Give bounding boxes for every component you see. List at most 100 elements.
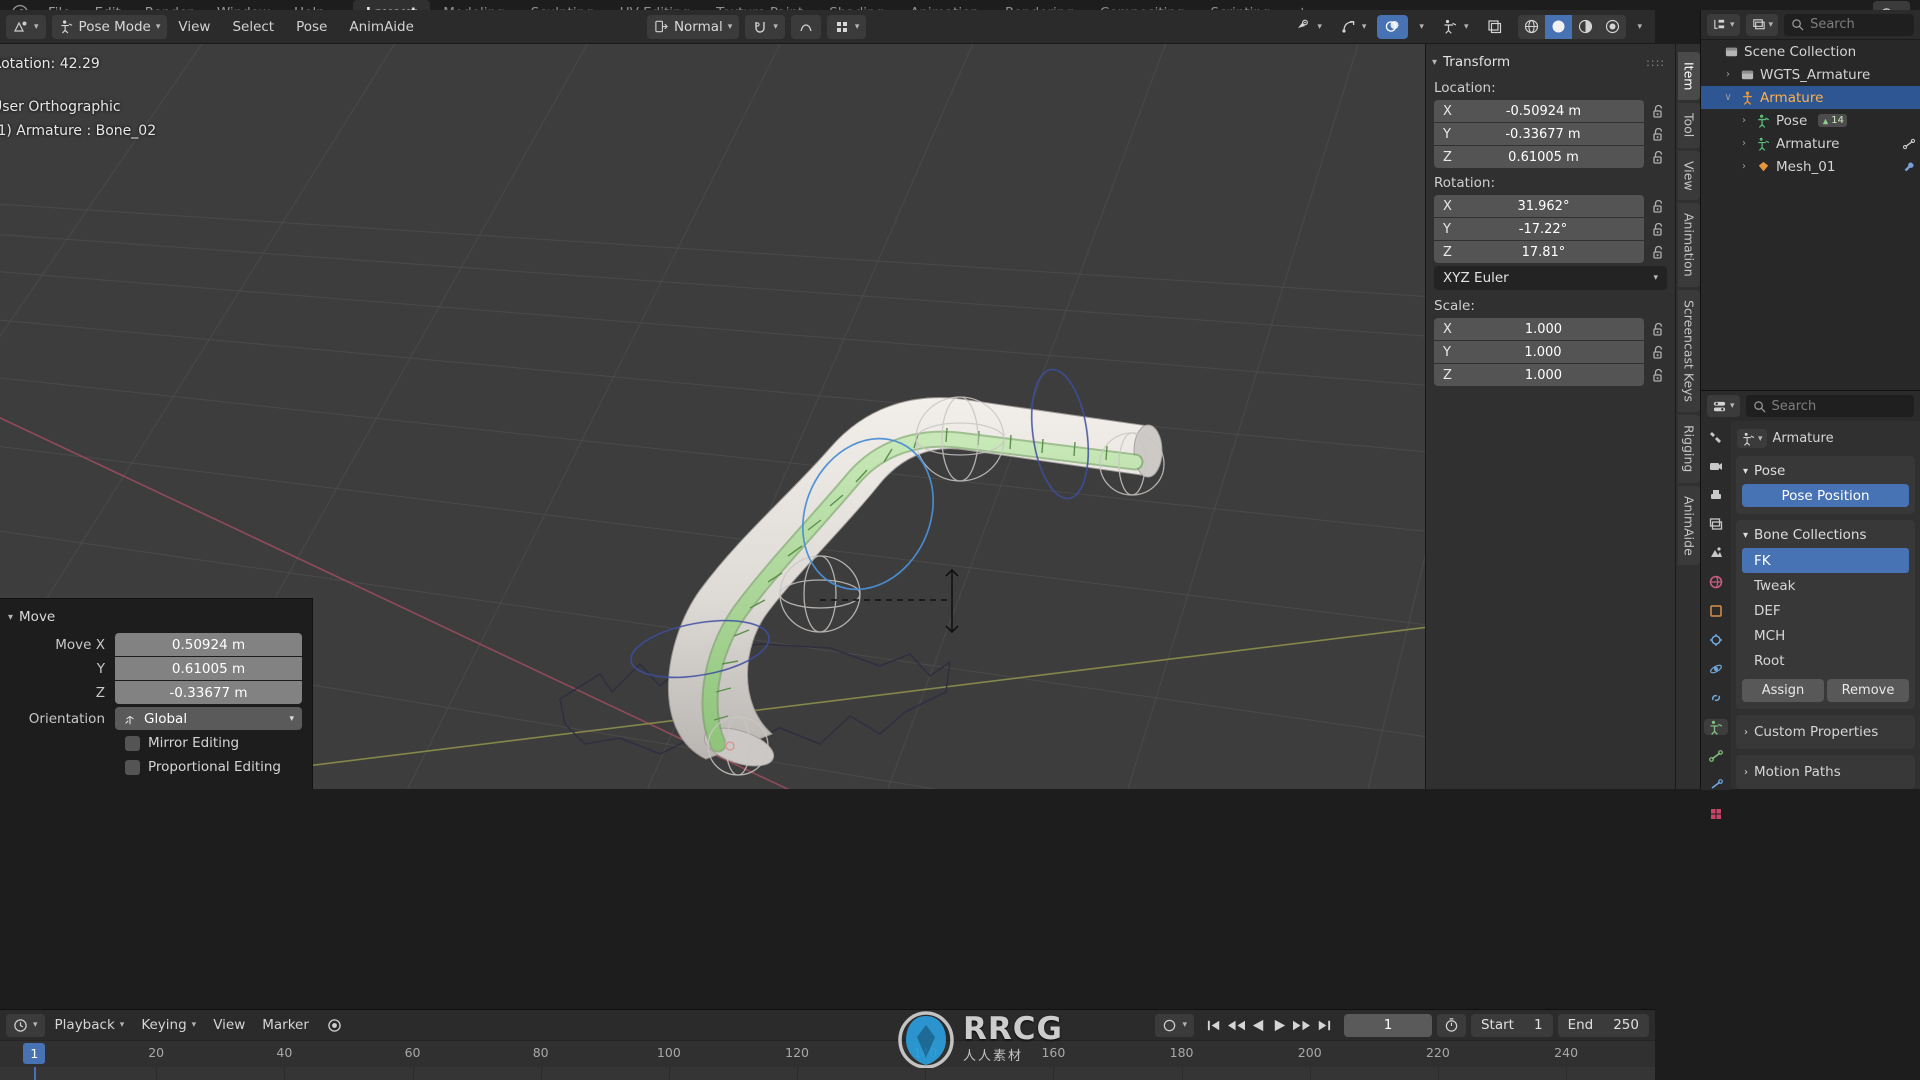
use-preview-range-button[interactable] — [1436, 1013, 1466, 1037]
properties-tab-armature-data[interactable] — [1704, 719, 1728, 735]
outliner-filter-button[interactable]: ▾ — [1745, 13, 1779, 36]
falloff-selector[interactable]: ▾ — [826, 14, 867, 39]
play-icon[interactable] — [1270, 1017, 1289, 1034]
visibility-button[interactable]: ▾ — [1288, 15, 1329, 39]
properties-tab-tool[interactable] — [1704, 429, 1728, 445]
redo-value-field[interactable]: -0.33677 m — [115, 681, 302, 704]
sync-mode-button[interactable]: ▾ — [1155, 1013, 1194, 1037]
next-keyframe-icon[interactable] — [1291, 1017, 1312, 1034]
lock-open-icon[interactable] — [1650, 198, 1667, 215]
mode-selector[interactable]: Pose Mode ▾ — [51, 14, 168, 39]
transform-orientation-selector[interactable]: Normal ▾ — [646, 14, 740, 39]
scale-field-y[interactable]: Y 1.000 — [1434, 341, 1644, 363]
lock-open-icon[interactable] — [1650, 103, 1667, 120]
properties-tab-scene[interactable] — [1704, 545, 1728, 561]
outliner-row[interactable]: ∨ Armature — [1701, 86, 1920, 109]
twisty-icon[interactable]: › — [1737, 138, 1751, 149]
shading-material-button[interactable] — [1572, 14, 1600, 39]
keying-menu[interactable]: Keying ▾ — [134, 1014, 203, 1037]
timeline-view-menu[interactable]: View — [206, 1014, 252, 1037]
rotation-field-x[interactable]: X 31.962° — [1434, 195, 1644, 217]
redo-checkbox-row[interactable]: Mirror Editing — [125, 731, 312, 755]
xray-button[interactable] — [1479, 15, 1510, 39]
twisty-icon[interactable]: › — [1737, 161, 1751, 172]
scale-field-z[interactable]: Z 1.000 — [1434, 364, 1644, 386]
shading-dropdown[interactable]: ▾ — [1630, 15, 1649, 39]
sidebar-tab-rigging[interactable]: Rigging — [1678, 415, 1700, 483]
viewport-menu-view[interactable]: View — [167, 19, 221, 35]
timeline-ruler[interactable]: 20 40 60 80 100 120 140 160 180 200 220 240 1 — [0, 1040, 1655, 1067]
viewport-menu-animaide[interactable]: AnimAide — [338, 19, 425, 35]
transform-panel-header[interactable]: ▾ Transform :::: — [1426, 44, 1675, 74]
redo-panel-header[interactable]: ▾ Move — [0, 605, 312, 633]
timeline-editor-type-button[interactable]: ▾ — [6, 1013, 45, 1037]
properties-tab-render[interactable] — [1704, 458, 1728, 474]
rotation-field-z[interactable]: Z 17.81° — [1434, 241, 1644, 263]
properties-editor-type-button[interactable]: ▾ — [1707, 395, 1740, 417]
prev-keyframe-icon[interactable] — [1226, 1017, 1247, 1034]
location-field-x[interactable]: X -0.50924 m — [1434, 100, 1644, 122]
gizmo-button[interactable]: ▾ — [1333, 15, 1374, 39]
shading-wireframe-button[interactable] — [1518, 14, 1546, 39]
outliner-row[interactable]: › Pose 14 — [1701, 109, 1920, 132]
snap-button[interactable]: ▾ — [745, 14, 785, 39]
motion-paths-panel[interactable]: › Motion Paths — [1736, 755, 1915, 789]
jump-to-start-icon[interactable] — [1205, 1017, 1224, 1034]
current-frame-field[interactable]: 1 — [1343, 1013, 1432, 1037]
panel-grip-icon[interactable]: :::: — [1646, 56, 1665, 69]
3d-viewport[interactable]: Rotation: 42.29 User Orthographic (1) Ar… — [0, 44, 1655, 789]
sidebar-tab-view[interactable]: View — [1678, 150, 1700, 201]
outliner-search-input[interactable]: Search — [1784, 13, 1914, 36]
bone-collections-header[interactable]: ▾ Bone Collections — [1736, 525, 1915, 548]
lock-open-icon[interactable] — [1650, 126, 1667, 143]
playback-menu[interactable]: Playback ▾ — [48, 1014, 132, 1037]
properties-tab-modifier[interactable] — [1704, 632, 1728, 648]
location-field-z[interactable]: Z 0.61005 m — [1434, 146, 1644, 168]
lock-open-icon[interactable] — [1650, 321, 1667, 338]
properties-search-input[interactable]: Search — [1745, 395, 1914, 417]
bone-collection-item[interactable]: MCH — [1742, 623, 1909, 648]
overlays-button[interactable] — [1377, 14, 1409, 39]
frame-range-start[interactable]: Start 1 — [1470, 1013, 1553, 1037]
outliner-display-mode-button[interactable]: ▾ — [1707, 13, 1740, 36]
properties-tab-bone-constraint[interactable] — [1704, 777, 1728, 793]
outliner-row[interactable]: › Armature — [1701, 132, 1920, 155]
checkbox[interactable] — [125, 735, 140, 751]
data-type-button[interactable]: ▾ — [1737, 429, 1767, 448]
marker-menu[interactable]: Marker — [255, 1014, 316, 1037]
properties-tab-constraint[interactable] — [1704, 690, 1728, 706]
pose-overlay-button[interactable]: ▾ — [1435, 15, 1476, 39]
bone-collection-item[interactable]: Tweak — [1742, 573, 1909, 598]
jump-to-end-icon[interactable] — [1314, 1017, 1333, 1034]
rotation-mode-dropdown[interactable]: XYZ Euler ▾ — [1434, 266, 1667, 290]
sidebar-tab-item[interactable]: Item — [1678, 52, 1700, 101]
shading-rendered-button[interactable] — [1599, 14, 1627, 39]
play-reverse-icon[interactable] — [1249, 1017, 1268, 1034]
overlays-dropdown[interactable]: ▾ — [1412, 15, 1431, 39]
twisty-icon[interactable]: › — [1737, 115, 1751, 126]
timeline-playhead[interactable]: 1 — [23, 1043, 46, 1064]
auto-keying-toggle[interactable] — [319, 1014, 350, 1037]
redo-value-field[interactable]: 0.61005 m — [115, 657, 302, 680]
sidebar-tab-animaide[interactable]: AnimAide — [1678, 485, 1700, 566]
redo-value-field[interactable]: 0.50924 m — [115, 633, 302, 656]
lock-open-icon[interactable] — [1650, 244, 1667, 261]
lock-open-icon[interactable] — [1650, 221, 1667, 238]
scale-field-x[interactable]: X 1.000 — [1434, 318, 1644, 340]
viewport-menu-pose[interactable]: Pose — [285, 19, 338, 35]
properties-tab-view-layer[interactable] — [1704, 516, 1728, 532]
properties-tab-texture[interactable] — [1704, 806, 1728, 822]
pose-panel-header[interactable]: ▾ Pose — [1736, 461, 1915, 484]
custom-properties-panel[interactable]: › Custom Properties — [1736, 715, 1915, 749]
viewport-menu-select[interactable]: Select — [221, 19, 285, 35]
shading-solid-button[interactable] — [1545, 14, 1573, 39]
twisty-icon[interactable]: › — [1721, 69, 1735, 80]
orientation-dropdown[interactable]: Global ▾ — [115, 707, 302, 730]
properties-tab-bone[interactable] — [1704, 748, 1728, 764]
sidebar-tab-animation[interactable]: Animation — [1678, 203, 1700, 288]
sidebar-tab-screencast-keys[interactable]: Screencast Keys — [1678, 290, 1700, 413]
outliner-row[interactable]: › Mesh_01 — [1701, 155, 1920, 178]
properties-tab-output-printer[interactable] — [1704, 487, 1728, 503]
properties-tab-world[interactable] — [1704, 574, 1728, 590]
timeline-track[interactable] — [0, 1067, 1655, 1080]
